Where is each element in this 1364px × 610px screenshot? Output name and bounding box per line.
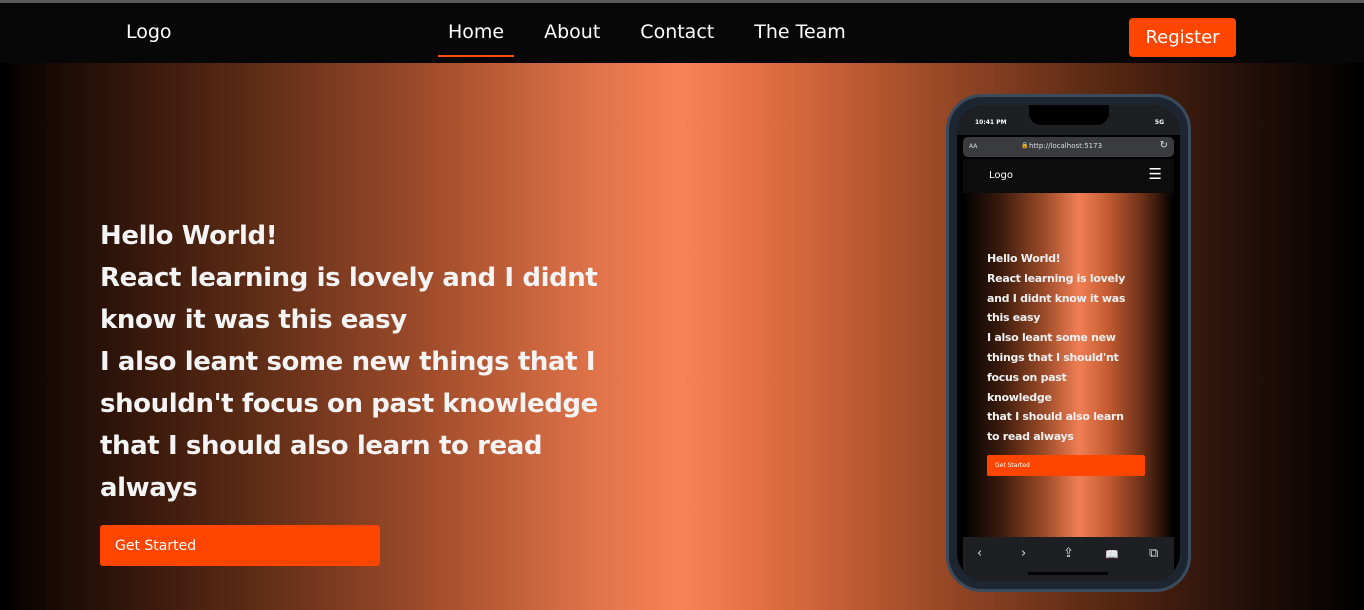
nav-link-about[interactable]: About bbox=[534, 3, 610, 57]
phone-hero-line-greeting: Hello World! bbox=[987, 252, 1061, 265]
navbar: Logo Home About Contact The Team Registe… bbox=[0, 3, 1364, 63]
phone-notch bbox=[1029, 105, 1109, 125]
hero-line-react: React learning is lovely and I didnt kno… bbox=[100, 263, 598, 335]
share-icon[interactable]: ⇪ bbox=[1063, 546, 1074, 561]
phone-mockup: 10:41 PM 5G AA 🔒 http://localhost:5173 ↻… bbox=[946, 94, 1191, 592]
back-icon[interactable]: ‹ bbox=[977, 546, 982, 561]
forward-icon[interactable]: › bbox=[1021, 546, 1026, 561]
phone-get-started-button[interactable]: Get Started bbox=[987, 455, 1145, 476]
register-button[interactable]: Register bbox=[1129, 18, 1236, 57]
status-time: 10:41 PM bbox=[975, 119, 1007, 126]
phone-hero: Hello World! React learning is lovely an… bbox=[963, 193, 1174, 537]
nav-link-home[interactable]: Home bbox=[438, 3, 515, 57]
phone-hero-line-learnt: I also leant some new things that I shou… bbox=[987, 331, 1119, 404]
reload-icon[interactable]: ↻ bbox=[1160, 140, 1168, 151]
hero-line-greeting: Hello World! bbox=[100, 221, 278, 251]
get-started-button[interactable]: Get Started bbox=[100, 525, 380, 566]
tabs-icon[interactable]: ⧉ bbox=[1149, 546, 1158, 561]
hero-line-learnt: I also leant some new things that I shou… bbox=[100, 347, 598, 419]
home-indicator bbox=[1028, 572, 1108, 575]
nav-link-the-team[interactable]: The Team bbox=[744, 3, 856, 57]
phone-navbar: Logo ☰ bbox=[963, 159, 1174, 193]
hero-line-read: that I should also learn to read always bbox=[100, 431, 543, 503]
nav-link-contact[interactable]: Contact bbox=[630, 3, 724, 57]
nav-links: Home About Contact The Team bbox=[438, 3, 876, 63]
phone-hero-text: Hello World! React learning is lovely an… bbox=[987, 249, 1162, 447]
phone-url-text: http://localhost:5173 bbox=[1029, 142, 1103, 150]
logo[interactable]: Logo bbox=[126, 21, 172, 43]
phone-hero-line-react: React learning is lovely and I didnt kno… bbox=[987, 271, 1126, 325]
phone-logo[interactable]: Logo bbox=[989, 170, 1013, 181]
phone-screen: 10:41 PM 5G AA 🔒 http://localhost:5173 ↻… bbox=[957, 105, 1180, 581]
bookmarks-icon[interactable]: 📖 bbox=[1105, 548, 1119, 561]
phone-url-bar[interactable]: AA 🔒 http://localhost:5173 ↻ bbox=[963, 137, 1174, 157]
hamburger-menu-icon[interactable]: ☰ bbox=[1149, 165, 1162, 183]
status-signal: 5G bbox=[1154, 119, 1164, 126]
reader-aa-icon[interactable]: AA bbox=[969, 143, 977, 150]
hero-text: Hello World! React learning is lovely an… bbox=[100, 215, 600, 509]
phone-hero-line-read: that I should also learn to read always bbox=[987, 410, 1124, 444]
lock-icon: 🔒 bbox=[1021, 142, 1029, 149]
